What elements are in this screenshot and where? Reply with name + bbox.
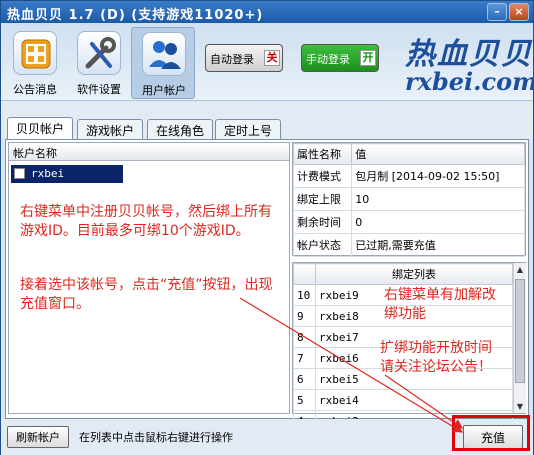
annotation-register: 右键菜单中注册贝贝帐号，然后绑上所有游戏ID。目前最多可绑10个游戏ID。 — [20, 204, 272, 239]
title-bar: 热血贝贝 1.7 (D) (支持游戏11020+) – × — [1, 1, 533, 23]
account-name: rxbei — [31, 167, 65, 180]
bind-row[interactable]: 5 rxbei4 — [293, 389, 513, 411]
property-value: 0 — [351, 210, 525, 234]
toolbar: 公告消息 软件设置 用户帐户 自动登录 关 手动登录 开 热血贝贝 rxbei.… — [1, 23, 534, 101]
property-table: 属性名称 值 计费模式 包月制 [2014-09-02 15:50] 绑定上限 … — [292, 142, 526, 257]
bind-index: 7 — [293, 347, 316, 369]
property-row: 帐户状态 已过期,需要充值 — [292, 233, 525, 257]
toolbar-notice-label: 公告消息 — [13, 83, 57, 96]
property-row: 剩余时间 0 — [292, 210, 525, 234]
minimize-button[interactable]: – — [487, 3, 507, 21]
close-button[interactable]: × — [509, 3, 529, 21]
wrench-screwdriver-icon — [77, 31, 121, 75]
property-value: 包月制 [2014-09-02 15:50] — [351, 164, 525, 188]
bind-name: rxbei4 — [315, 389, 513, 411]
refresh-account-button[interactable]: 刷新帐户 — [7, 426, 69, 448]
auto-login-toggle[interactable]: 自动登录 关 — [205, 44, 283, 72]
bind-index-header — [293, 263, 316, 285]
property-name: 绑定上限 — [292, 187, 353, 211]
auto-login-state: 关 — [264, 50, 280, 66]
toolbar-notice-button[interactable]: 公告消息 — [3, 27, 67, 99]
property-value: 已过期,需要充值 — [351, 233, 525, 257]
property-name-header: 属性名称 — [292, 143, 353, 165]
bind-index: 9 — [293, 305, 316, 327]
account-checkbox[interactable] — [14, 168, 25, 179]
toolbar-account-button[interactable]: 用户帐户 — [131, 27, 195, 99]
property-row: 计费模式 包月制 [2014-09-02 15:50] — [292, 164, 525, 188]
tab-online-roles[interactable]: 在线角色 — [147, 119, 214, 139]
annotation-recharge: 接着选中该帐号，点击“充值”按钮，出现充值窗口。 — [20, 277, 273, 312]
property-value: 10 — [351, 187, 525, 211]
tab-timed-login[interactable]: 定时上号 — [215, 119, 282, 139]
property-row: 绑定上限 10 — [292, 187, 525, 211]
scroll-thumb[interactable] — [515, 279, 525, 383]
bind-list[interactable]: 绑定列表 10 rxbei9 9 rxbei8 8 rxbei7 7 rxbei6 6r… — [292, 262, 526, 432]
bind-index: 10 — [293, 284, 316, 306]
toolbar-settings-label: 软件设置 — [77, 83, 121, 96]
bind-index: 6 — [293, 368, 316, 390]
users-icon — [142, 32, 186, 76]
brand-url: rxbei.com — [405, 67, 534, 96]
property-value-header: 值 — [351, 143, 525, 165]
annotation-rebind: 右键菜单有加解改绑功能 — [384, 287, 496, 322]
tab-beibei-account[interactable]: 贝贝帐户 — [7, 117, 74, 139]
bind-list-header: 绑定列表 — [315, 263, 513, 285]
scroll-down-arrow-icon[interactable]: ▼ — [514, 400, 526, 413]
annotation-expand: 扩绑功能开放时间请关注论坛公告！ — [380, 340, 492, 375]
notice-icon — [13, 31, 57, 75]
window-title: 热血贝贝 1.7 (D) (支持游戏11020+) — [7, 8, 264, 23]
hint-text: 在列表中点击鼠标右键进行操作 — [79, 431, 233, 444]
bind-list-scrollbar[interactable]: ▲ ▼ — [513, 263, 526, 413]
toolbar-settings-button[interactable]: 软件设置 — [67, 27, 131, 99]
account-list-header: 帐户名称 — [9, 143, 289, 161]
property-name: 计费模式 — [292, 164, 353, 188]
bind-index: 8 — [293, 326, 316, 348]
property-name: 帐户状态 — [292, 233, 353, 257]
toolbar-account-label: 用户帐户 — [142, 84, 186, 97]
account-row[interactable]: rxbei — [11, 165, 123, 183]
auto-login-label: 自动登录 — [210, 53, 254, 66]
manual-login-toggle[interactable]: 手动登录 开 — [301, 44, 379, 72]
tab-bar: 贝贝帐户 游戏帐户 在线角色 定时上号 — [1, 101, 533, 139]
manual-login-label: 手动登录 — [306, 53, 350, 66]
scroll-up-arrow-icon[interactable]: ▲ — [514, 263, 526, 276]
bind-index: 5 — [293, 389, 316, 411]
recharge-highlight-box — [452, 415, 530, 451]
manual-login-state: 开 — [360, 50, 376, 66]
property-name: 剩余时间 — [292, 210, 353, 234]
tab-game-account[interactable]: 游戏帐户 — [77, 119, 144, 139]
